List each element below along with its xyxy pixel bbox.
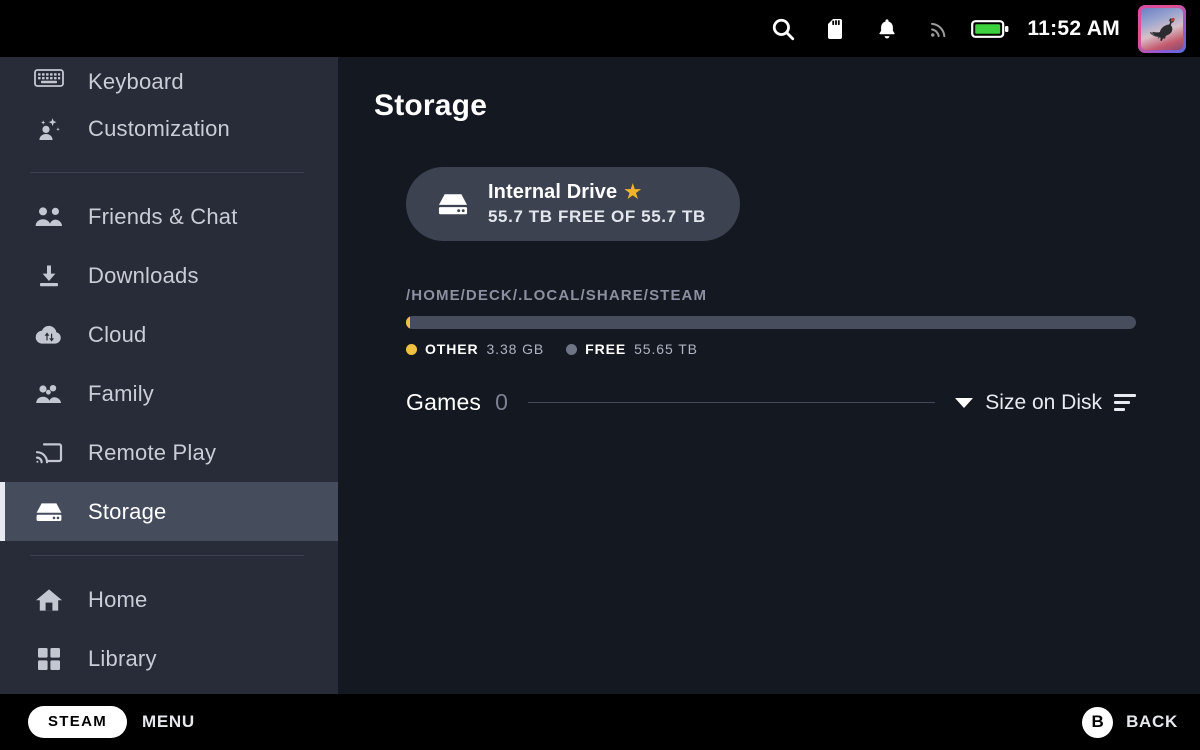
friends-icon <box>30 200 68 234</box>
footer-right-group: B BACK <box>1082 707 1178 738</box>
legend-item-free: FREE 55.65 TB <box>566 341 698 357</box>
usage-segment-other <box>406 316 410 329</box>
sidebar-item-label: Keyboard <box>88 69 184 95</box>
sidebar-item-label: Library <box>88 646 157 672</box>
battery-icon[interactable] <box>965 9 1017 49</box>
sidebar-item-label: Remote Play <box>88 440 216 466</box>
legend-dot-free <box>566 344 577 355</box>
sidebar-item-label: Storage <box>88 499 166 525</box>
sidebar-item-label: Customization <box>88 116 230 142</box>
footer-bar: STEAM MENU B BACK <box>0 694 1200 750</box>
sidebar-item-cloud[interactable]: Cloud <box>0 305 338 364</box>
drive-name: Internal Drive <box>488 181 617 204</box>
sidebar-item-label: Friends & Chat <box>88 204 238 230</box>
keyboard-icon <box>30 61 68 95</box>
legend-dot-other <box>406 344 417 355</box>
sidebar-item-label: Family <box>88 381 154 407</box>
games-label: Games <box>406 389 481 416</box>
legend-item-other: OTHER 3.38 GB <box>406 341 544 357</box>
hard-drive-icon <box>30 495 68 529</box>
top-status-bar: 11:52 AM <box>0 0 1200 57</box>
back-label[interactable]: BACK <box>1126 712 1178 732</box>
star-icon: ★ <box>624 183 641 202</box>
sidebar-item-keyboard[interactable]: Keyboard <box>0 57 338 99</box>
games-section-header: Games 0 Size on Disk <box>406 389 1136 416</box>
sidebar-divider <box>30 555 304 556</box>
sidebar-item-storage[interactable]: Storage <box>0 482 338 541</box>
page-title: Storage <box>374 89 1154 123</box>
sidebar-item-home[interactable]: Home <box>0 570 338 629</box>
sidebar-item-label: Home <box>88 587 148 613</box>
games-divider <box>528 402 935 403</box>
remote-play-cast-icon <box>30 436 68 470</box>
sidebar-item-customization[interactable]: Customization <box>0 99 338 158</box>
steam-button[interactable]: STEAM <box>28 706 127 738</box>
b-button-icon[interactable]: B <box>1082 707 1113 738</box>
legend-value-free: 55.65 TB <box>634 341 698 357</box>
customization-sparkle-person-icon <box>30 112 68 146</box>
sort-descending-icon[interactable] <box>1114 394 1136 411</box>
home-icon <box>30 583 68 617</box>
notifications-bell-icon[interactable] <box>861 9 913 49</box>
library-grid-icon <box>30 642 68 676</box>
legend-label-other: OTHER <box>425 341 479 357</box>
steam-deck-settings-window: 11:52 AM <box>0 0 1200 750</box>
chevron-down-icon[interactable] <box>955 398 973 408</box>
sd-card-icon[interactable] <box>809 9 861 49</box>
storage-legend: OTHER 3.38 GB FREE 55.65 TB <box>406 341 1154 357</box>
storage-usage-bar <box>406 316 1136 329</box>
search-icon[interactable] <box>757 9 809 49</box>
sort-label: Size on Disk <box>985 391 1102 415</box>
games-count: 0 <box>495 389 508 416</box>
drive-name-row: Internal Drive ★ <box>488 181 706 204</box>
family-group-icon <box>30 377 68 411</box>
avatar-bird-graphic <box>1147 14 1178 43</box>
avatar-image <box>1141 8 1183 50</box>
sidebar-item-family[interactable]: Family <box>0 364 338 423</box>
avatar[interactable] <box>1138 5 1186 53</box>
legend-label-free: FREE <box>585 341 626 357</box>
cloud-sync-icon <box>30 318 68 352</box>
storage-panel: Storage Internal Drive ★ 55.7 TB FREE OF… <box>338 57 1200 694</box>
sidebar-divider <box>30 172 304 173</box>
drive-capacity: 55.7 TB FREE OF 55.7 TB <box>488 207 706 227</box>
menu-label[interactable]: MENU <box>142 712 195 732</box>
hard-drive-icon <box>436 190 470 218</box>
sidebar-item-friends-chat[interactable]: Friends & Chat <box>0 187 338 246</box>
sort-dropdown[interactable]: Size on Disk <box>955 391 1136 415</box>
sidebar-item-label: Cloud <box>88 322 146 348</box>
sidebar-item-library[interactable]: Library <box>0 629 338 688</box>
sidebar-item-remote-play[interactable]: Remote Play <box>0 423 338 482</box>
storage-path: /HOME/DECK/.LOCAL/SHARE/STEAM <box>406 287 1154 304</box>
sidebar-item-label: Downloads <box>88 263 199 289</box>
download-icon <box>30 259 68 293</box>
clock: 11:52 AM <box>1027 17 1120 41</box>
wifi-icon[interactable] <box>913 9 965 49</box>
settings-sidebar[interactable]: Keyboard Customization <box>0 57 338 694</box>
drive-card-internal[interactable]: Internal Drive ★ 55.7 TB FREE OF 55.7 TB <box>406 167 740 241</box>
footer-left-group: STEAM MENU <box>28 706 195 738</box>
sidebar-item-downloads[interactable]: Downloads <box>0 246 338 305</box>
legend-value-other: 3.38 GB <box>487 341 545 357</box>
